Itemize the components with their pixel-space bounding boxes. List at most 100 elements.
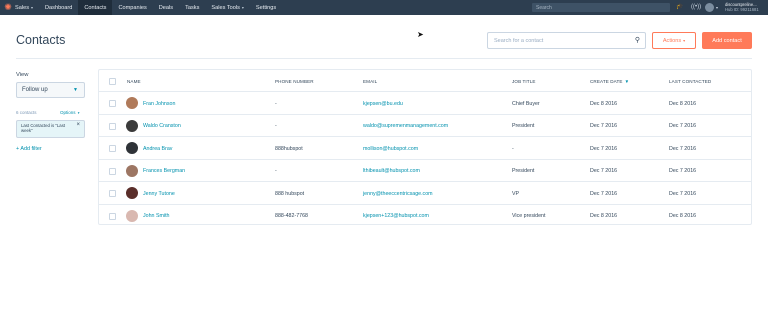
- nav-item-label: Companies: [118, 4, 147, 11]
- nav-item-dashboard[interactable]: Dashboard: [39, 0, 78, 15]
- cell-last-contacted: Dec 7 2016: [669, 145, 697, 152]
- cell-job-title: VP: [512, 190, 520, 197]
- table-row[interactable]: Fran Johnson - kjepsen@bu.edu Chief Buyer De…: [99, 92, 751, 115]
- actions-button-label: Actions: [662, 37, 682, 44]
- user-avatar[interactable]: [705, 3, 714, 12]
- cell-name[interactable]: John Smith: [143, 213, 170, 219]
- options-label: Options: [60, 110, 76, 115]
- row-checkbox[interactable]: [109, 167, 116, 175]
- cell-email[interactable]: jenny@theeccentricsage.com: [363, 191, 433, 197]
- avatar: [126, 187, 138, 199]
- cell-email[interactable]: lthibeault@hubspot.com: [363, 168, 420, 174]
- academy-icon[interactable]: 🎓: [676, 3, 683, 12]
- nav-item-label: Tasks: [185, 4, 200, 11]
- top-nav-bar: ✺ Sales ▾ Dashboard Contacts Companies Deals T…: [0, 0, 768, 15]
- row-checkbox[interactable]: [109, 100, 116, 107]
- cell-last-contacted: Dec 8 2016: [669, 213, 697, 219]
- notifications-icon[interactable]: ((•)): [691, 3, 701, 12]
- cell-job-title: Chief Buyer: [512, 100, 540, 107]
- cell-phone: -: [275, 123, 277, 129]
- nav-item-label: Dashboard: [45, 4, 73, 11]
- column-header-last-contacted[interactable]: LAST CONTACTED: [669, 79, 711, 84]
- nav-item-companies[interactable]: Companies: [112, 0, 152, 15]
- column-header-phone[interactable]: PHONE NUMBER: [275, 79, 314, 84]
- add-filter-link[interactable]: + Add filter: [16, 146, 42, 152]
- cell-create-date: Dec 8 2016: [590, 213, 618, 219]
- cell-job-title: President: [512, 168, 535, 174]
- column-header-name[interactable]: NAME: [127, 79, 141, 84]
- cell-create-date: Dec 7 2016: [590, 123, 618, 129]
- contact-count: 6 contacts: [16, 110, 37, 115]
- cell-phone: 888-482-7768: [275, 213, 308, 219]
- row-checkbox[interactable]: [109, 212, 116, 220]
- chevron-down-icon: ▾: [241, 5, 244, 10]
- page-title: Contacts: [16, 33, 66, 47]
- account-caret-icon[interactable]: ▾: [716, 3, 718, 12]
- account-info[interactable]: discountpreline... Hub ID: 99211681: [725, 2, 759, 12]
- nav-item-label: Sales Tools: [211, 4, 240, 11]
- cell-name[interactable]: Andrea Brav: [143, 146, 172, 152]
- avatar: [126, 119, 138, 132]
- avatar: [126, 97, 138, 109]
- nav-item-label: Deals: [158, 4, 174, 11]
- cell-name[interactable]: Fran Johnson: [143, 101, 175, 107]
- search-icon[interactable]: ⚲: [635, 36, 640, 44]
- cell-create-date: Dec 7 2016: [590, 168, 618, 174]
- column-header-create-date-label: CREATE DATE: [590, 79, 623, 84]
- add-filter-label: Add filter: [20, 146, 42, 152]
- header-divider: [16, 58, 752, 59]
- view-selected-value: Follow up: [22, 87, 48, 93]
- chevron-down-icon: ▾: [683, 38, 686, 43]
- table-row[interactable]: Andrea Brav 888hubspot mollison@hubspot.co…: [99, 137, 751, 160]
- contacts-table: NAME PHONE NUMBER EMAIL JOB TITLE CREATE…: [98, 69, 752, 225]
- cell-create-date: Dec 7 2016: [590, 145, 618, 152]
- cell-last-contacted: Dec 7 2016: [669, 123, 697, 129]
- column-header-job-title[interactable]: JOB TITLE: [512, 79, 536, 84]
- view-select[interactable]: Follow up ▼: [16, 82, 85, 98]
- select-all-checkbox[interactable]: [109, 78, 116, 85]
- nav-item-label: Settings: [255, 4, 277, 11]
- close-icon[interactable]: ×: [76, 122, 80, 128]
- nav-item-settings[interactable]: Settings: [250, 0, 282, 15]
- cell-phone: 888 hubspot: [275, 190, 305, 197]
- table-row[interactable]: Jenny Tutone 888 hubspot jenny@theeccentri…: [99, 182, 751, 205]
- row-checkbox[interactable]: [109, 190, 116, 197]
- cell-email[interactable]: waldo@supremenmanagement.com: [363, 123, 448, 129]
- table-row[interactable]: John Smith 888-482-7768 kjepsen+123@hubspo…: [99, 205, 751, 228]
- filter-chip[interactable]: Last Contacted is "Last week" ×: [16, 120, 85, 138]
- filter-chip-text: Last Contacted is "Last week": [21, 123, 66, 134]
- dropdown-triangle-icon: ▼: [73, 87, 78, 93]
- cell-email[interactable]: kjepsen+123@hubspot.com: [363, 213, 429, 219]
- cell-name[interactable]: Jenny Tutone: [143, 191, 175, 197]
- cell-email[interactable]: mollison@hubspot.com: [363, 146, 418, 152]
- table-header: NAME PHONE NUMBER EMAIL JOB TITLE CREATE…: [99, 70, 751, 92]
- cell-last-contacted: Dec 8 2016: [669, 100, 697, 107]
- cell-phone: 888hubspot: [275, 145, 303, 152]
- cell-name[interactable]: Frances Bergman: [143, 168, 185, 174]
- options-link[interactable]: Options ▾: [60, 110, 80, 115]
- table-row[interactable]: Waldo Cranston - waldo@supremenmanagement.…: [99, 115, 751, 137]
- nav-item-deals[interactable]: Deals: [153, 0, 179, 15]
- cell-email[interactable]: kjepsen@bu.edu: [363, 101, 403, 107]
- hubspot-logo-icon[interactable]: ✺: [3, 3, 13, 13]
- nav-item-sales-tools[interactable]: Sales Tools ▾: [205, 0, 250, 15]
- nav-item-tasks[interactable]: Tasks: [179, 0, 205, 15]
- row-checkbox[interactable]: [109, 145, 116, 152]
- contact-search-input[interactable]: Search for a contact ⚲: [487, 32, 646, 49]
- global-search-input[interactable]: Search: [532, 3, 670, 12]
- table-row[interactable]: Frances Bergman - lthibeault@hubspot.com Pr…: [99, 160, 751, 182]
- top-nav-items: Sales ▾ Dashboard Contacts Companies Deals Tas…: [13, 0, 282, 15]
- actions-button[interactable]: Actions ▾: [652, 32, 696, 49]
- avatar: [126, 209, 138, 222]
- cell-create-date: Dec 8 2016: [590, 100, 618, 107]
- hub-id: Hub ID: 99211681: [725, 7, 759, 12]
- cell-job-title: -: [512, 145, 514, 152]
- nav-item-sales[interactable]: Sales ▾: [13, 0, 39, 15]
- add-contact-button[interactable]: Add contact: [702, 32, 752, 49]
- cell-name[interactable]: Waldo Cranston: [143, 123, 181, 129]
- chevron-down-icon: ▾: [31, 5, 34, 10]
- column-header-create-date[interactable]: CREATE DATE ▼: [590, 79, 629, 84]
- column-header-email[interactable]: EMAIL: [363, 79, 377, 84]
- row-checkbox[interactable]: [109, 122, 116, 130]
- nav-item-contacts[interactable]: Contacts: [78, 0, 113, 15]
